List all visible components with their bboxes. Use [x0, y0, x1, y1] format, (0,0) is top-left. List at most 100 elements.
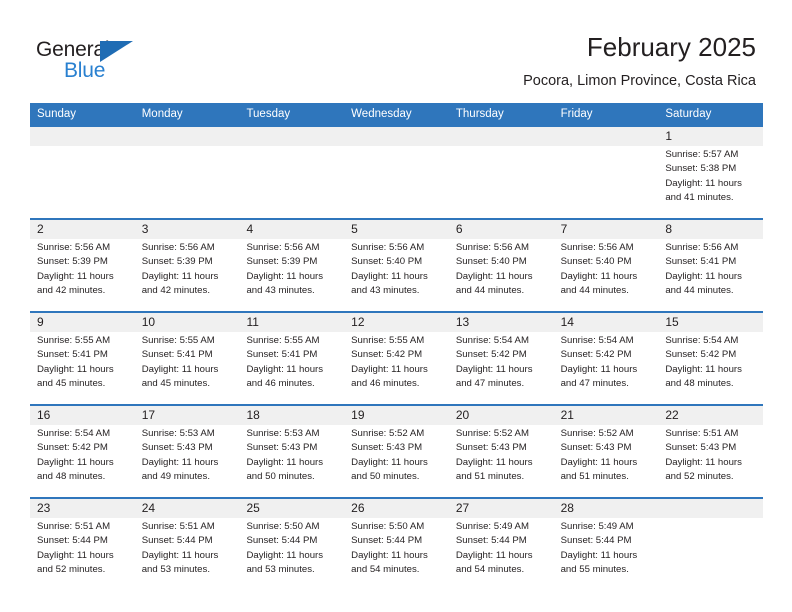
day-number: 1	[665, 129, 672, 143]
daylight-text: Daylight: 11 hours and 52 minutes.	[665, 456, 742, 483]
daylight-text: Daylight: 11 hours and 51 minutes.	[455, 456, 533, 483]
day-info: Sunrise: 5:53 AM Sunset: 5:43 PM Dayligh…	[246, 427, 337, 485]
weekday-tuesday: Tuesday	[246, 108, 291, 120]
day-info: Sunrise: 5:52 AM Sunset: 5:43 PM Dayligh…	[456, 427, 547, 485]
sunset-text: Sunset: 5:42 PM	[560, 349, 632, 361]
day-info: Sunrise: 5:50 AM Sunset: 5:44 PM Dayligh…	[351, 520, 442, 578]
sunrise-text: Sunrise: 5:54 AM	[455, 335, 529, 346]
day-cell[interactable]: 28 Sunrise: 5:49 AM Sunset: 5:44 PM Dayl…	[554, 499, 659, 590]
day-cell[interactable]: 15 Sunrise: 5:54 AM Sunset: 5:42 PM Dayl…	[658, 313, 763, 404]
day-number: 19	[351, 408, 365, 422]
day-number: 16	[37, 408, 51, 422]
sunrise-text: Sunrise: 5:55 AM	[351, 335, 425, 346]
day-cell[interactable]: 2 Sunrise: 5:56 AM Sunset: 5:39 PM Dayli…	[30, 220, 135, 311]
day-cell[interactable]: 13 Sunrise: 5:54 AM Sunset: 5:42 PM Dayl…	[449, 313, 554, 404]
sunset-text: Sunset: 5:42 PM	[665, 349, 737, 361]
sunset-text: Sunset: 5:43 PM	[351, 442, 423, 454]
day-info: Sunrise: 5:49 AM Sunset: 5:44 PM Dayligh…	[456, 520, 547, 578]
day-cell[interactable]: 4 Sunrise: 5:56 AM Sunset: 5:39 PM Dayli…	[239, 220, 344, 311]
sunset-text: Sunset: 5:40 PM	[351, 256, 423, 268]
day-cell[interactable]	[449, 127, 554, 218]
day-number: 21	[560, 408, 574, 422]
day-cell[interactable]: 21 Sunrise: 5:52 AM Sunset: 5:43 PM Dayl…	[554, 406, 659, 497]
day-info: Sunrise: 5:55 AM Sunset: 5:41 PM Dayligh…	[142, 334, 233, 392]
day-info: Sunrise: 5:56 AM Sunset: 5:39 PM Dayligh…	[37, 241, 128, 299]
day-cell[interactable]: 7 Sunrise: 5:56 AM Sunset: 5:40 PM Dayli…	[554, 220, 659, 311]
day-cell[interactable]: 8 Sunrise: 5:56 AM Sunset: 5:41 PM Dayli…	[658, 220, 763, 311]
sunset-text: Sunset: 5:43 PM	[560, 442, 632, 454]
day-cell[interactable]: 14 Sunrise: 5:54 AM Sunset: 5:42 PM Dayl…	[554, 313, 659, 404]
day-number: 27	[455, 501, 470, 515]
day-cell[interactable]	[239, 127, 344, 218]
day-number: 9	[37, 315, 44, 329]
daylight-text: Daylight: 11 hours and 47 minutes.	[455, 363, 533, 390]
sunset-text: Sunset: 5:44 PM	[351, 535, 423, 547]
sunset-text: Sunset: 5:43 PM	[246, 442, 318, 454]
day-number: 7	[560, 222, 568, 236]
sunset-text: Sunset: 5:44 PM	[560, 535, 632, 547]
sunrise-text: Sunrise: 5:52 AM	[560, 428, 634, 439]
day-info: Sunrise: 5:51 AM Sunset: 5:44 PM Dayligh…	[37, 520, 128, 578]
day-cell[interactable]: 12 Sunrise: 5:55 AM Sunset: 5:42 PM Dayl…	[344, 313, 449, 404]
sunset-text: Sunset: 5:41 PM	[246, 349, 318, 361]
daylight-text: Daylight: 11 hours and 44 minutes.	[455, 270, 533, 297]
daylight-text: Daylight: 11 hours and 51 minutes.	[560, 456, 638, 483]
day-cell[interactable]: 18 Sunrise: 5:53 AM Sunset: 5:43 PM Dayl…	[239, 406, 344, 497]
sunrise-text: Sunrise: 5:56 AM	[141, 242, 215, 253]
sunrise-text: Sunrise: 5:56 AM	[665, 242, 739, 253]
weekday-header-row: Sunday Monday Tuesday Wednesday Thursday…	[30, 103, 763, 125]
day-info: Sunrise: 5:56 AM Sunset: 5:39 PM Dayligh…	[142, 241, 233, 299]
sunset-text: Sunset: 5:44 PM	[37, 535, 108, 547]
day-cell[interactable]: 27 Sunrise: 5:49 AM Sunset: 5:44 PM Dayl…	[449, 499, 554, 590]
day-cell[interactable]: 5 Sunrise: 5:56 AM Sunset: 5:40 PM Dayli…	[344, 220, 449, 311]
day-number: 14	[560, 315, 574, 329]
day-cell[interactable]: 10 Sunrise: 5:55 AM Sunset: 5:41 PM Dayl…	[135, 313, 240, 404]
daylight-text: Daylight: 11 hours and 48 minutes.	[665, 363, 742, 390]
week-row: 9 Sunrise: 5:55 AM Sunset: 5:41 PM Dayli…	[30, 311, 763, 404]
general-blue-logo[interactable]: General Blue	[36, 38, 156, 84]
sunset-text: Sunset: 5:38 PM	[665, 163, 737, 175]
page-title: February 2025	[586, 32, 756, 62]
sunrise-text: Sunrise: 5:55 AM	[37, 335, 111, 346]
day-cell[interactable]	[344, 127, 449, 218]
sunset-text: Sunset: 5:42 PM	[37, 442, 108, 454]
day-cell[interactable]	[658, 499, 763, 590]
day-cell[interactable]: 9 Sunrise: 5:55 AM Sunset: 5:41 PM Dayli…	[30, 313, 135, 404]
day-cell[interactable]: 25 Sunrise: 5:50 AM Sunset: 5:44 PM Dayl…	[239, 499, 344, 590]
day-cell[interactable]: 26 Sunrise: 5:50 AM Sunset: 5:44 PM Dayl…	[344, 499, 449, 590]
day-info: Sunrise: 5:55 AM Sunset: 5:41 PM Dayligh…	[37, 334, 128, 392]
sunset-text: Sunset: 5:40 PM	[560, 256, 632, 268]
sunrise-text: Sunrise: 5:56 AM	[246, 242, 320, 253]
daylight-text: Daylight: 11 hours and 41 minutes.	[665, 177, 742, 204]
sunset-text: Sunset: 5:42 PM	[351, 349, 423, 361]
day-number: 13	[455, 315, 470, 329]
day-cell[interactable]	[30, 127, 135, 218]
day-cell[interactable]: 19 Sunrise: 5:52 AM Sunset: 5:43 PM Dayl…	[344, 406, 449, 497]
day-cell[interactable]	[135, 127, 240, 218]
daylight-text: Daylight: 11 hours and 48 minutes.	[37, 456, 114, 483]
day-number: 18	[246, 408, 260, 422]
day-cell[interactable]: 23 Sunrise: 5:51 AM Sunset: 5:44 PM Dayl…	[30, 499, 135, 590]
day-cell[interactable]: 1 Sunrise: 5:57 AM Sunset: 5:38 PM Dayli…	[658, 127, 763, 218]
day-number: 23	[37, 501, 51, 515]
sunset-text: Sunset: 5:41 PM	[37, 349, 108, 361]
day-cell[interactable]: 16 Sunrise: 5:54 AM Sunset: 5:42 PM Dayl…	[30, 406, 135, 497]
day-cell[interactable]	[554, 127, 659, 218]
day-cell[interactable]: 17 Sunrise: 5:53 AM Sunset: 5:43 PM Dayl…	[135, 406, 240, 497]
daylight-text: Daylight: 11 hours and 52 minutes.	[37, 549, 114, 576]
sunrise-text: Sunrise: 5:50 AM	[351, 521, 425, 532]
day-number: 11	[246, 315, 259, 329]
day-cell[interactable]: 11 Sunrise: 5:55 AM Sunset: 5:41 PM Dayl…	[239, 313, 344, 404]
sunrise-text: Sunrise: 5:56 AM	[455, 242, 529, 253]
day-cell[interactable]: 24 Sunrise: 5:51 AM Sunset: 5:44 PM Dayl…	[135, 499, 240, 590]
calendar-grid: Sunday Monday Tuesday Wednesday Thursday…	[30, 103, 763, 590]
daylight-text: Daylight: 11 hours and 46 minutes.	[246, 363, 324, 390]
day-cell[interactable]: 6 Sunrise: 5:56 AM Sunset: 5:40 PM Dayli…	[449, 220, 554, 311]
day-info: Sunrise: 5:54 AM Sunset: 5:42 PM Dayligh…	[561, 334, 652, 392]
day-info: Sunrise: 5:56 AM Sunset: 5:40 PM Dayligh…	[456, 241, 547, 299]
sunrise-text: Sunrise: 5:55 AM	[141, 335, 215, 346]
day-cell[interactable]: 3 Sunrise: 5:56 AM Sunset: 5:39 PM Dayli…	[135, 220, 240, 311]
day-cell[interactable]: 22 Sunrise: 5:51 AM Sunset: 5:43 PM Dayl…	[658, 406, 763, 497]
sunset-text: Sunset: 5:43 PM	[455, 442, 527, 454]
day-cell[interactable]: 20 Sunrise: 5:52 AM Sunset: 5:43 PM Dayl…	[449, 406, 554, 497]
